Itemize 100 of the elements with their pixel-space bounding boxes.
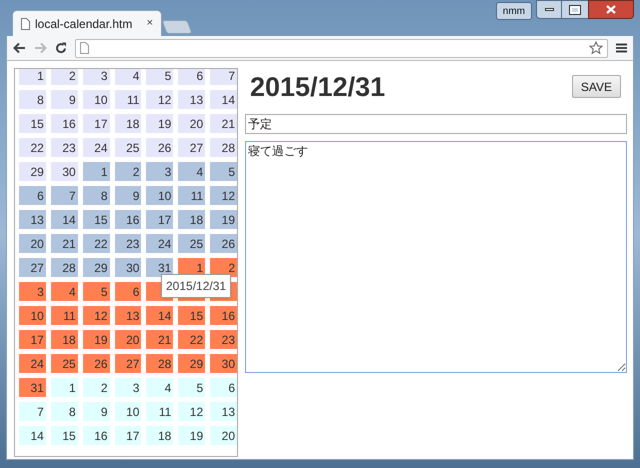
day-cell[interactable]: 19: [210, 210, 237, 229]
day-cell[interactable]: 10: [19, 306, 46, 325]
day-cell[interactable]: 12: [210, 186, 237, 205]
day-cell[interactable]: 15: [19, 114, 46, 133]
day-cell[interactable]: 10: [82, 90, 110, 109]
body-field[interactable]: 寝て過ごす: [245, 141, 627, 373]
day-cell[interactable]: 19: [178, 426, 206, 445]
day-cell[interactable]: 1: [19, 69, 46, 85]
maximize-button[interactable]: [562, 0, 588, 19]
day-cell[interactable]: 17: [82, 114, 110, 133]
day-cell[interactable]: 3: [82, 69, 110, 85]
day-cell[interactable]: 23: [50, 138, 78, 157]
day-cell[interactable]: 18: [50, 330, 78, 349]
day-cell[interactable]: 13: [178, 90, 206, 109]
day-cell[interactable]: 9: [50, 90, 78, 109]
day-cell[interactable]: 15: [82, 210, 110, 229]
day-cell[interactable]: 27: [114, 354, 142, 373]
day-cell[interactable]: 30: [50, 162, 78, 181]
browser-tab[interactable]: local-calendar.htm ×: [12, 10, 162, 36]
profile-button[interactable]: nmm: [496, 2, 532, 20]
day-cell[interactable]: 18: [178, 210, 206, 229]
day-cell[interactable]: 18: [146, 426, 174, 445]
star-icon[interactable]: [589, 41, 603, 55]
title-field[interactable]: 予定: [245, 114, 627, 134]
day-cell[interactable]: 1: [82, 162, 110, 181]
menu-icon[interactable]: [616, 43, 627, 53]
day-cell[interactable]: 26: [146, 138, 174, 157]
day-cell[interactable]: 20: [210, 426, 237, 445]
day-cell[interactable]: 6: [19, 186, 46, 205]
day-cell[interactable]: 17: [19, 330, 46, 349]
day-cell[interactable]: 19: [146, 114, 174, 133]
day-cell[interactable]: 23: [210, 330, 237, 349]
day-cell[interactable]: 30: [210, 354, 237, 373]
day-cell[interactable]: 29: [82, 258, 110, 277]
day-cell[interactable]: 22: [19, 138, 46, 157]
day-cell[interactable]: 31: [146, 258, 174, 277]
day-cell[interactable]: 16: [50, 114, 78, 133]
day-cell[interactable]: 4: [114, 69, 142, 85]
day-cell[interactable]: 16: [210, 306, 237, 325]
day-cell[interactable]: 17: [146, 210, 174, 229]
day-cell[interactable]: 20: [178, 114, 206, 133]
day-cell[interactable]: 10: [146, 186, 174, 205]
day-cell[interactable]: 16: [114, 210, 142, 229]
day-cell[interactable]: 26: [82, 354, 110, 373]
day-cell[interactable]: 6: [114, 282, 142, 301]
day-cell[interactable]: 13: [210, 402, 237, 421]
day-cell[interactable]: 12: [178, 402, 206, 421]
day-cell[interactable]: 31: [19, 378, 46, 397]
day-cell[interactable]: 13: [114, 306, 142, 325]
day-cell[interactable]: 25: [114, 138, 142, 157]
day-cell[interactable]: 26: [210, 234, 237, 253]
day-cell[interactable]: 3: [146, 162, 174, 181]
day-cell[interactable]: 11: [114, 90, 142, 109]
day-cell[interactable]: 16: [82, 426, 110, 445]
day-cell[interactable]: 15: [50, 426, 78, 445]
day-cell[interactable]: 22: [82, 234, 110, 253]
day-cell[interactable]: 9: [114, 186, 142, 205]
day-cell[interactable]: 2: [82, 378, 110, 397]
day-cell[interactable]: 17: [114, 426, 142, 445]
day-cell[interactable]: 11: [146, 402, 174, 421]
day-cell[interactable]: 22: [178, 330, 206, 349]
day-cell[interactable]: 25: [50, 354, 78, 373]
day-cell[interactable]: 25: [178, 234, 206, 253]
day-cell[interactable]: 12: [146, 90, 174, 109]
day-cell[interactable]: 7: [210, 69, 237, 85]
day-cell[interactable]: 11: [178, 186, 206, 205]
day-cell[interactable]: 3: [114, 378, 142, 397]
day-cell[interactable]: 5: [146, 69, 174, 85]
tab-close-button[interactable]: ×: [146, 18, 153, 29]
day-cell[interactable]: 19: [82, 330, 110, 349]
day-cell[interactable]: 27: [178, 138, 206, 157]
day-cell[interactable]: 1: [50, 378, 78, 397]
day-cell[interactable]: 2: [114, 162, 142, 181]
day-cell[interactable]: 20: [19, 234, 46, 253]
day-cell[interactable]: 8: [50, 402, 78, 421]
close-button[interactable]: [588, 0, 634, 19]
day-cell[interactable]: 7: [50, 186, 78, 205]
day-cell[interactable]: 6: [210, 378, 237, 397]
minimize-button[interactable]: [536, 0, 562, 19]
day-cell[interactable]: 5: [210, 162, 237, 181]
day-cell[interactable]: 24: [146, 234, 174, 253]
day-cell[interactable]: 13: [19, 210, 46, 229]
day-cell[interactable]: 10: [114, 402, 142, 421]
day-cell[interactable]: 14: [19, 426, 46, 445]
day-cell[interactable]: 24: [82, 138, 110, 157]
day-cell[interactable]: 29: [178, 354, 206, 373]
day-cell[interactable]: 21: [50, 234, 78, 253]
day-cell[interactable]: 30: [114, 258, 142, 277]
day-cell[interactable]: 21: [146, 330, 174, 349]
day-cell[interactable]: 12: [82, 306, 110, 325]
day-cell[interactable]: 11: [50, 306, 78, 325]
day-cell[interactable]: 18: [114, 114, 142, 133]
day-cell[interactable]: 15: [178, 306, 206, 325]
day-cell[interactable]: 5: [178, 378, 206, 397]
day-cell[interactable]: 3: [19, 282, 46, 301]
day-cell[interactable]: 23: [114, 234, 142, 253]
day-cell[interactable]: 4: [146, 378, 174, 397]
day-cell[interactable]: 4: [50, 282, 78, 301]
save-button[interactable]: SAVE: [572, 75, 621, 98]
day-cell[interactable]: 29: [19, 162, 46, 181]
